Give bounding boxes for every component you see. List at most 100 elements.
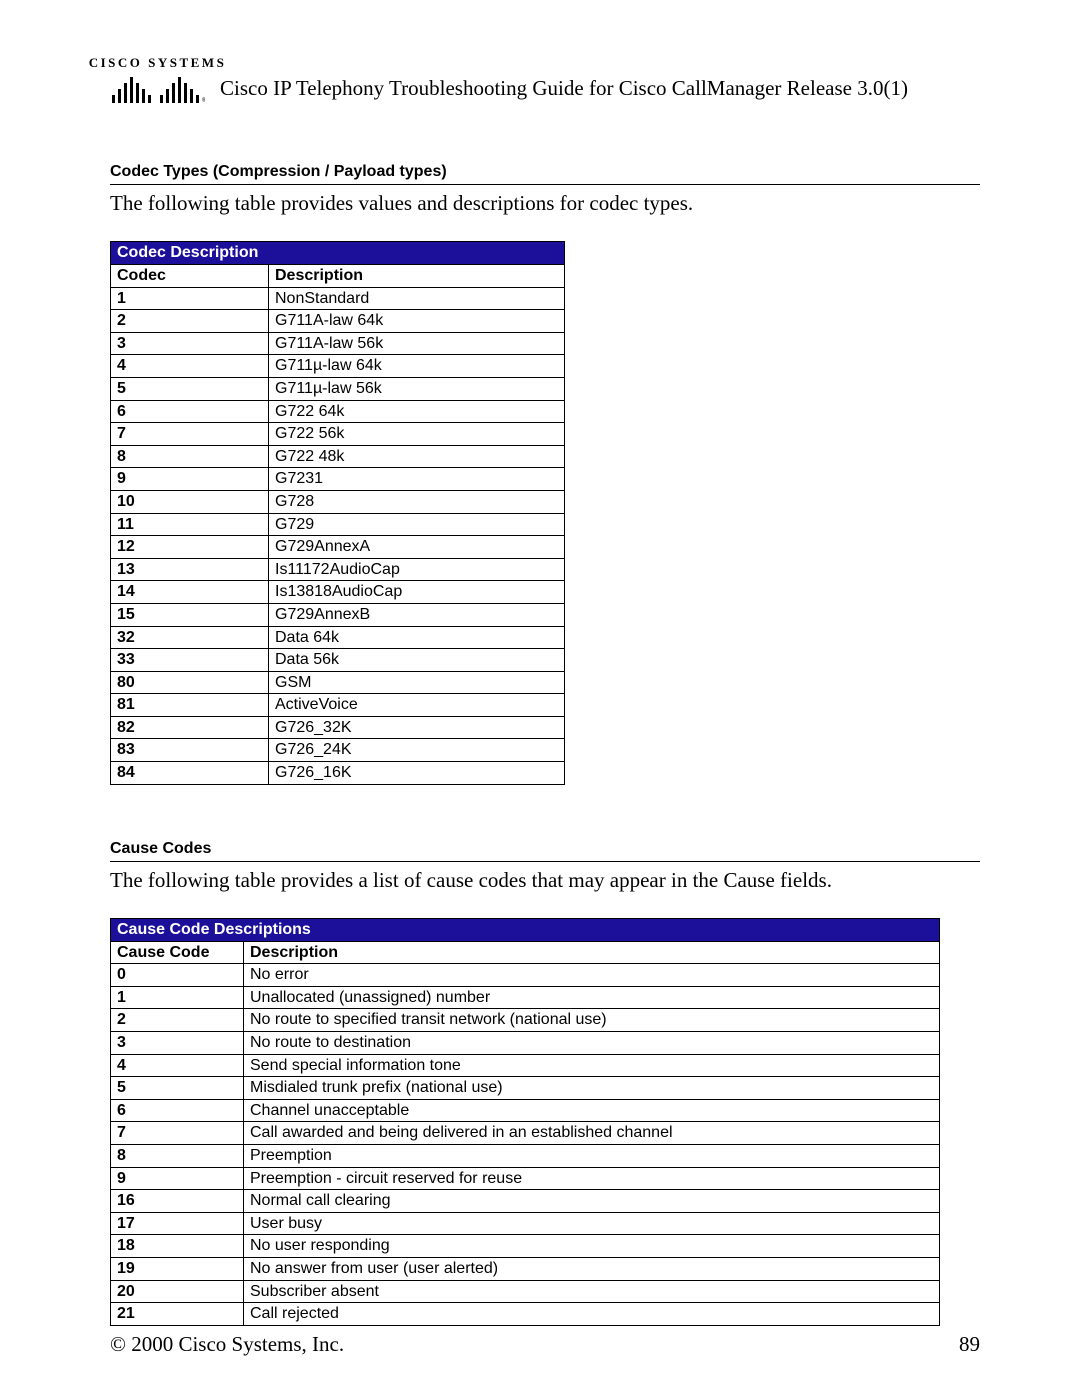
cause-row: 18No user responding (111, 1235, 940, 1258)
cause-row: 0No error (111, 964, 940, 987)
section-heading-codec: Codec Types (Compression / Payload types… (110, 163, 980, 185)
cause-code: 16 (111, 1190, 244, 1213)
cause-desc: Call awarded and being delivered in an e… (244, 1122, 940, 1145)
cisco-logo: CISCO SYSTEMS (110, 55, 205, 103)
codec-code: 1 (111, 287, 269, 310)
codec-desc: G726_24K (269, 739, 565, 762)
cause-row: 19No answer from user (user alerted) (111, 1257, 940, 1280)
cause-row: 3No route to destination (111, 1032, 940, 1055)
cause-code: 8 (111, 1145, 244, 1168)
cause-desc: Preemption - circuit reserved for reuse (244, 1167, 940, 1190)
cause-code: 2 (111, 1009, 244, 1032)
codec-desc: G7231 (269, 468, 565, 491)
codec-code: 33 (111, 649, 269, 672)
codec-row: 15G729AnnexB (111, 603, 565, 626)
cause-row: 16Normal call clearing (111, 1190, 940, 1213)
codec-code: 13 (111, 558, 269, 581)
codec-desc: Data 56k (269, 649, 565, 672)
cause-code: 4 (111, 1054, 244, 1077)
codec-row: 5G711µ-law 56k (111, 377, 565, 400)
cause-row: 9Preemption - circuit reserved for reuse (111, 1167, 940, 1190)
codec-code: 7 (111, 423, 269, 446)
codec-row: 6G722 64k (111, 400, 565, 423)
codec-row: 10G728 (111, 490, 565, 513)
cause-row: 6Channel unacceptable (111, 1099, 940, 1122)
cause-code: 21 (111, 1303, 244, 1326)
codec-desc: G729AnnexA (269, 536, 565, 559)
codec-desc: G722 56k (269, 423, 565, 446)
codec-table-title: Codec Description (111, 242, 565, 265)
codec-code: 6 (111, 400, 269, 423)
page-number: 89 (959, 1332, 980, 1357)
codec-row: 32Data 64k (111, 626, 565, 649)
cause-table: Cause Code Descriptions Cause Code Descr… (110, 918, 940, 1326)
cause-code: 19 (111, 1257, 244, 1280)
section-intro-cause: The following table provides a list of c… (110, 868, 980, 893)
cause-desc: Unallocated (unassigned) number (244, 986, 940, 1009)
cause-desc: No answer from user (user alerted) (244, 1257, 940, 1280)
section-intro-codec: The following table provides values and … (110, 191, 980, 216)
cause-code: 5 (111, 1077, 244, 1100)
cause-code: 0 (111, 964, 244, 987)
codec-desc: Is11172AudioCap (269, 558, 565, 581)
codec-row: 82G726_32K (111, 716, 565, 739)
codec-row: 80GSM (111, 671, 565, 694)
codec-row: 33Data 56k (111, 649, 565, 672)
codec-row: 84G726_16K (111, 762, 565, 785)
cisco-bridge-icon: ® (110, 75, 205, 103)
cause-row: 5Misdialed trunk prefix (national use) (111, 1077, 940, 1100)
codec-desc: G726_16K (269, 762, 565, 785)
codec-code: 84 (111, 762, 269, 785)
cause-code: 1 (111, 986, 244, 1009)
codec-code: 3 (111, 332, 269, 355)
codec-desc: NonStandard (269, 287, 565, 310)
cause-code: 7 (111, 1122, 244, 1145)
cause-code: 18 (111, 1235, 244, 1258)
codec-desc: G728 (269, 490, 565, 513)
codec-desc: G729AnnexB (269, 603, 565, 626)
codec-col-header-code: Codec (111, 265, 269, 288)
codec-row: 9G7231 (111, 468, 565, 491)
codec-row: 14Is13818AudioCap (111, 581, 565, 604)
cause-desc: Call rejected (244, 1303, 940, 1326)
cause-desc: Channel unacceptable (244, 1099, 940, 1122)
codec-row: 3G711A-law 56k (111, 332, 565, 355)
codec-code: 12 (111, 536, 269, 559)
svg-text:®: ® (202, 97, 205, 103)
cause-desc: Send special information tone (244, 1054, 940, 1077)
codec-code: 8 (111, 445, 269, 468)
cause-desc: No error (244, 964, 940, 987)
cause-row: 2No route to specified transit network (… (111, 1009, 940, 1032)
cause-desc: No user responding (244, 1235, 940, 1258)
cause-col-header-desc: Description (244, 941, 940, 964)
codec-code: 14 (111, 581, 269, 604)
codec-code: 15 (111, 603, 269, 626)
cause-table-title: Cause Code Descriptions (111, 918, 940, 941)
codec-code: 81 (111, 694, 269, 717)
codec-desc: G726_32K (269, 716, 565, 739)
cause-code: 9 (111, 1167, 244, 1190)
cause-row: 20Subscriber absent (111, 1280, 940, 1303)
cause-desc: Subscriber absent (244, 1280, 940, 1303)
codec-desc: G722 48k (269, 445, 565, 468)
codec-code: 82 (111, 716, 269, 739)
codec-code: 32 (111, 626, 269, 649)
cause-col-header-code: Cause Code (111, 941, 244, 964)
codec-row: 7G722 56k (111, 423, 565, 446)
codec-code: 11 (111, 513, 269, 536)
codec-col-header-desc: Description (269, 265, 565, 288)
codec-desc: G729 (269, 513, 565, 536)
codec-code: 10 (111, 490, 269, 513)
codec-row: 81ActiveVoice (111, 694, 565, 717)
cause-desc: User busy (244, 1212, 940, 1235)
page-footer: © 2000 Cisco Systems, Inc. 89 (110, 1332, 980, 1357)
codec-row: 8G722 48k (111, 445, 565, 468)
cause-row: 17User busy (111, 1212, 940, 1235)
codec-row: 12G729AnnexA (111, 536, 565, 559)
cause-row: 7Call awarded and being delivered in an … (111, 1122, 940, 1145)
cause-desc: No route to destination (244, 1032, 940, 1055)
codec-row: 11G729 (111, 513, 565, 536)
page-header: CISCO SYSTEMS (110, 55, 980, 103)
codec-desc: Is13818AudioCap (269, 581, 565, 604)
codec-row: 83G726_24K (111, 739, 565, 762)
